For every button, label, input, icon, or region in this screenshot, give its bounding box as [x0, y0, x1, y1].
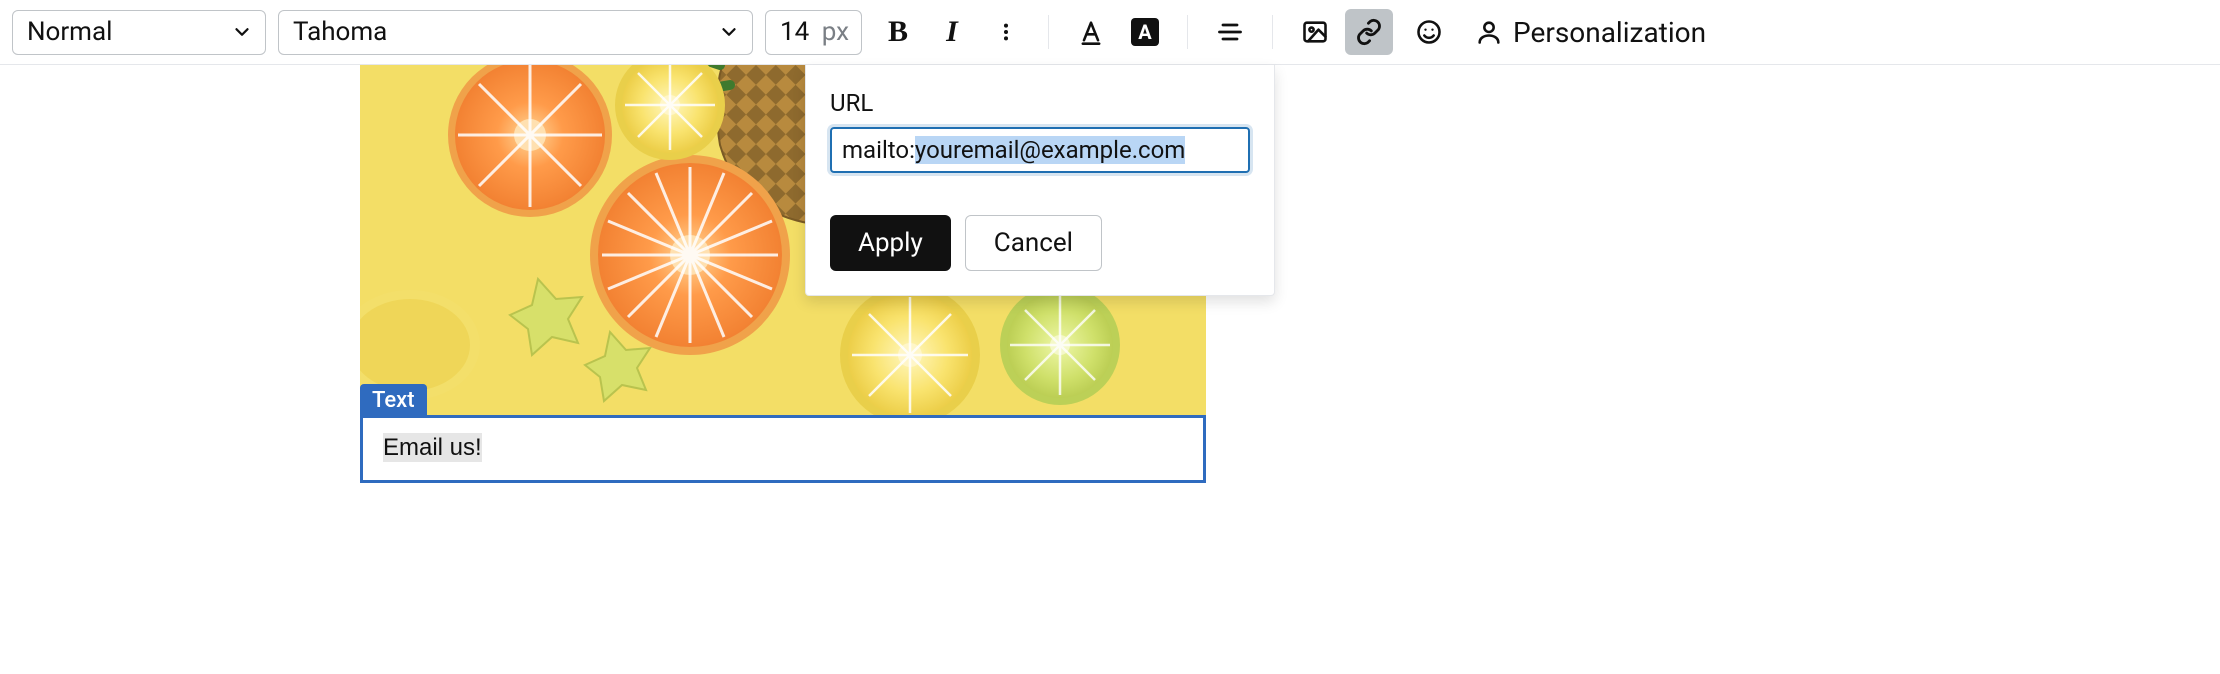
italic-icon: I [946, 15, 958, 49]
insert-group [1291, 9, 1393, 55]
url-input[interactable]: mailto:youremail@example.com [830, 127, 1250, 173]
text-content[interactable]: Email us! [363, 418, 1203, 480]
url-selected-text: youremail@example.com [915, 136, 1185, 164]
editor-canvas: Text Email us! URL mailto:youremail@exam… [0, 65, 2220, 674]
font-family-label: Tahoma [293, 17, 387, 47]
image-icon [1301, 18, 1329, 46]
italic-button[interactable]: I [928, 9, 976, 55]
editor-toolbar: Normal Tahoma 14 px B I [0, 0, 2220, 65]
text-format-group: B I [874, 9, 1030, 55]
text-color-icon [1077, 18, 1105, 46]
align-icon [1216, 18, 1244, 46]
color-group: A [1067, 9, 1169, 55]
more-format-button[interactable] [982, 9, 1030, 55]
text-block[interactable]: Text Email us! [360, 415, 1206, 483]
url-prefix-text: mailto: [842, 136, 915, 164]
separator [1048, 15, 1049, 49]
block-type-tag: Text [360, 384, 427, 417]
chevron-down-icon [718, 21, 740, 43]
more-icon [995, 18, 1017, 46]
link-url-popover: URL mailto:youremail@example.com Apply C… [805, 65, 1275, 296]
align-button[interactable] [1206, 9, 1254, 55]
bold-icon: B [888, 15, 908, 49]
url-field-label: URL [830, 89, 1250, 117]
personalization-button[interactable]: Personalization [1465, 16, 1716, 49]
popover-buttons: Apply Cancel [830, 215, 1250, 271]
bold-button[interactable]: B [874, 9, 922, 55]
emoji-icon [1415, 18, 1443, 46]
apply-button[interactable]: Apply [830, 215, 951, 271]
paragraph-style-select[interactable]: Normal [12, 10, 266, 55]
user-icon [1475, 18, 1503, 46]
font-size-unit: px [822, 17, 849, 47]
personalization-label: Personalization [1513, 16, 1706, 49]
background-color-icon: A [1131, 18, 1159, 46]
font-size-value: 14 [780, 17, 809, 47]
font-size-input[interactable]: 14 px [765, 10, 862, 55]
separator [1272, 15, 1273, 49]
background-color-button[interactable]: A [1121, 9, 1169, 55]
text-color-button[interactable] [1067, 9, 1115, 55]
cancel-button[interactable]: Cancel [965, 215, 1102, 271]
link-button[interactable] [1345, 9, 1393, 55]
image-button[interactable] [1291, 9, 1339, 55]
paragraph-style-label: Normal [27, 17, 112, 47]
link-icon [1355, 18, 1383, 46]
emoji-button[interactable] [1405, 9, 1453, 55]
selected-text: Email us! [383, 433, 482, 462]
separator [1187, 15, 1188, 49]
font-family-select[interactable]: Tahoma [278, 10, 753, 55]
chevron-down-icon [231, 21, 253, 43]
